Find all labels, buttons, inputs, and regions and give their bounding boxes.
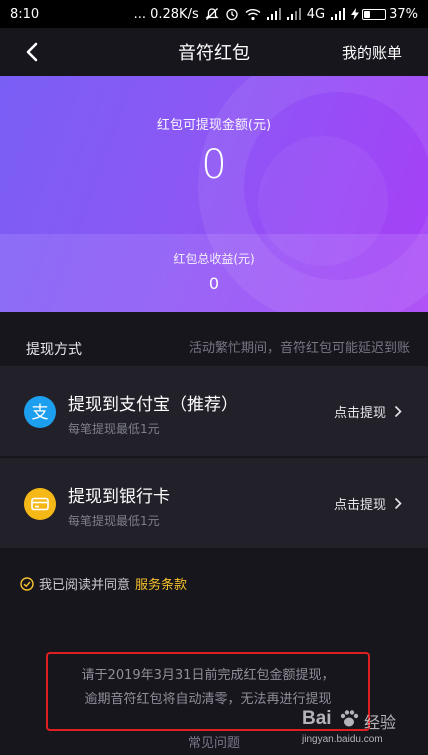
signal-icon [266,8,281,20]
withdrawable-amount: 0 [201,142,227,188]
withdraw-method-header: 提现方式 活动繁忙期间，音符红包可能延迟到账 [0,320,428,370]
bank-card-withdraw-action[interactable]: 点击提现 [334,494,402,513]
bank-card-withdraw-label: 点击提现 [333,498,386,513]
baidu-jingyan-watermark: Bai 经验 jingyan.baidu.com [302,706,422,752]
wifi-icon [245,8,261,21]
alipay-withdraw-action[interactable]: 点击提现 [334,402,402,421]
network-speed: ... 0.28K/s [133,6,199,22]
alipay-icon: 支 [24,396,56,428]
withdraw-method-title: 提现方式 [26,342,82,358]
withdraw-to-bank-card-option[interactable]: 提现到银行卡 每笔提现最低1元 点击提现 [0,458,428,548]
balance-card: 红包可提现金额(元) 0 红包总收益(元) 0 [0,76,428,312]
notice-line-1: 请于2019年3月31日前完成红包金额提现， [81,668,335,683]
alipay-withdraw-label: 点击提现 [333,406,386,421]
withdraw-to-alipay-option[interactable]: 支 提现到支付宝（推荐） 每笔提现最低1元 点击提现 [0,366,428,456]
delay-note: 活动繁忙期间，音符红包可能延迟到账 [188,341,410,356]
watermark-brand-suffix: 经验 [364,713,397,732]
alipay-option-subtitle: 每笔提现最低1元 [68,422,160,436]
battery-icon [362,8,387,20]
alarm-icon [225,7,239,21]
watermark-brand: Bai [302,708,332,729]
bank-card-option-title: 提现到银行卡 [68,487,170,507]
battery: 37% [351,7,418,22]
status-indicators: ... 0.28K/s 4G 37% [134,7,418,22]
status-time: 8:10 [10,6,40,22]
mute-icon [205,7,219,21]
withdrawable-label: 红包可提现金额(元) [156,118,272,133]
agreement-row: 我已阅读并同意 服务条款 [20,574,187,593]
alipay-option-title: 提现到支付宝（推荐） [68,395,238,415]
total-earnings-amount: 0 [208,274,220,293]
signal-icon-3 [331,8,346,20]
bank-card-option-subtitle: 每笔提现最低1元 [68,514,160,528]
check-circle-icon[interactable] [20,576,34,591]
chevron-left-icon [26,42,38,62]
back-button[interactable] [18,38,46,66]
chevron-right-icon [394,405,402,418]
watermark-url: jingyan.baidu.com [302,734,383,745]
charging-icon [351,8,360,20]
battery-level [364,10,371,18]
agreement-text: 我已阅读并同意 [39,578,131,593]
network-type: 4G [306,6,326,22]
app-header: 音符红包 我的账单 [0,28,428,76]
svg-text:支: 支 [32,403,49,423]
total-earnings-label: 红包总收益(元) [173,252,255,266]
chevron-right-icon [394,497,402,510]
terms-of-service-link[interactable]: 服务条款 [135,574,187,593]
my-bill-link[interactable]: 我的账单 [342,42,402,63]
bank-card-icon [24,488,56,520]
paw-icon [338,708,360,734]
battery-percent: 37% [389,6,418,22]
withdrawable-section: 红包可提现金额(元) 0 [0,76,428,234]
total-earnings-section: 红包总收益(元) 0 [0,234,428,312]
status-bar: 8:10 ... 0.28K/s 4G 37% [0,0,428,28]
signal-icon-2 [286,8,301,20]
